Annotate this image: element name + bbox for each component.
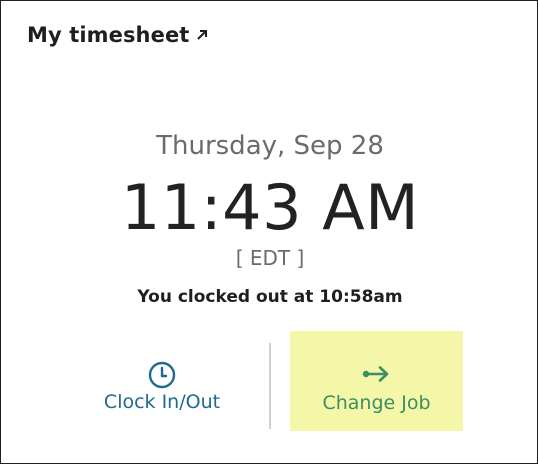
- change-job-button[interactable]: Change Job: [290, 331, 463, 431]
- current-date: Thursday, Sep 28: [156, 131, 384, 161]
- change-job-label: Change Job: [322, 392, 431, 414]
- clock-in-out-label: Clock In/Out: [103, 391, 221, 413]
- my-timesheet-link[interactable]: My timesheet: [27, 23, 209, 47]
- clock-icon: [148, 361, 176, 389]
- current-time: 11:43 AM: [120, 171, 420, 244]
- timesheet-card: My timesheet Thursday, Sep 28 11:43 AM […: [0, 0, 538, 464]
- arrow-right-icon: [362, 366, 388, 382]
- clock-status-message: You clocked out at 10:58am: [137, 287, 403, 307]
- timezone-label: [ EDT ]: [235, 246, 305, 270]
- clock-in-out-button[interactable]: Clock In/Out: [81, 333, 243, 431]
- timesheet-title: My timesheet: [27, 23, 190, 47]
- external-link-arrow-icon: [197, 30, 208, 40]
- actions-divider: [269, 343, 271, 429]
